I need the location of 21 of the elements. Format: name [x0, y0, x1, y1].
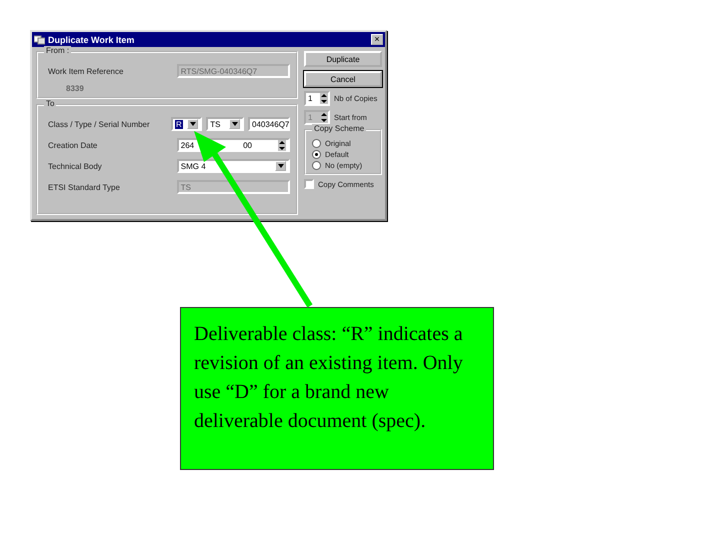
callout-text: Deliverable class: “R” indicates a revision of an existing item. Only use “D” for a brand new deliverable document (spec).	[194, 323, 463, 432]
dialog-button[interactable]: Cancel	[304, 71, 382, 87]
group-label: To	[44, 99, 56, 108]
field-label: ETSI Standard Type	[48, 182, 121, 192]
close-button[interactable]: ×	[371, 34, 383, 45]
reference-number: 8339	[66, 84, 85, 93]
window-title: Duplicate Work Item	[48, 34, 136, 44]
field-label: Technical Body	[48, 162, 103, 170]
standard-type-field: TS	[176, 180, 290, 194]
field-label: Creation Date	[48, 140, 98, 150]
group-label: From :	[44, 46, 72, 55]
reference-field: RTS/SMG-040346Q7	[176, 64, 290, 78]
serial-field[interactable]: 040346Q7	[248, 117, 290, 131]
body-dropdown[interactable]: SMG 4	[176, 159, 290, 173]
copies-spinner[interactable]: 1	[304, 91, 330, 106]
group-label: Copy Scheme	[312, 124, 366, 133]
type-dropdown[interactable]: TS	[206, 117, 244, 131]
field-label: Work Item Reference	[48, 66, 124, 76]
field-label: Class / Type / Serial Number	[48, 120, 151, 128]
dialog-button[interactable]: Duplicate	[304, 51, 382, 67]
class-dropdown[interactable]: R	[171, 117, 202, 131]
